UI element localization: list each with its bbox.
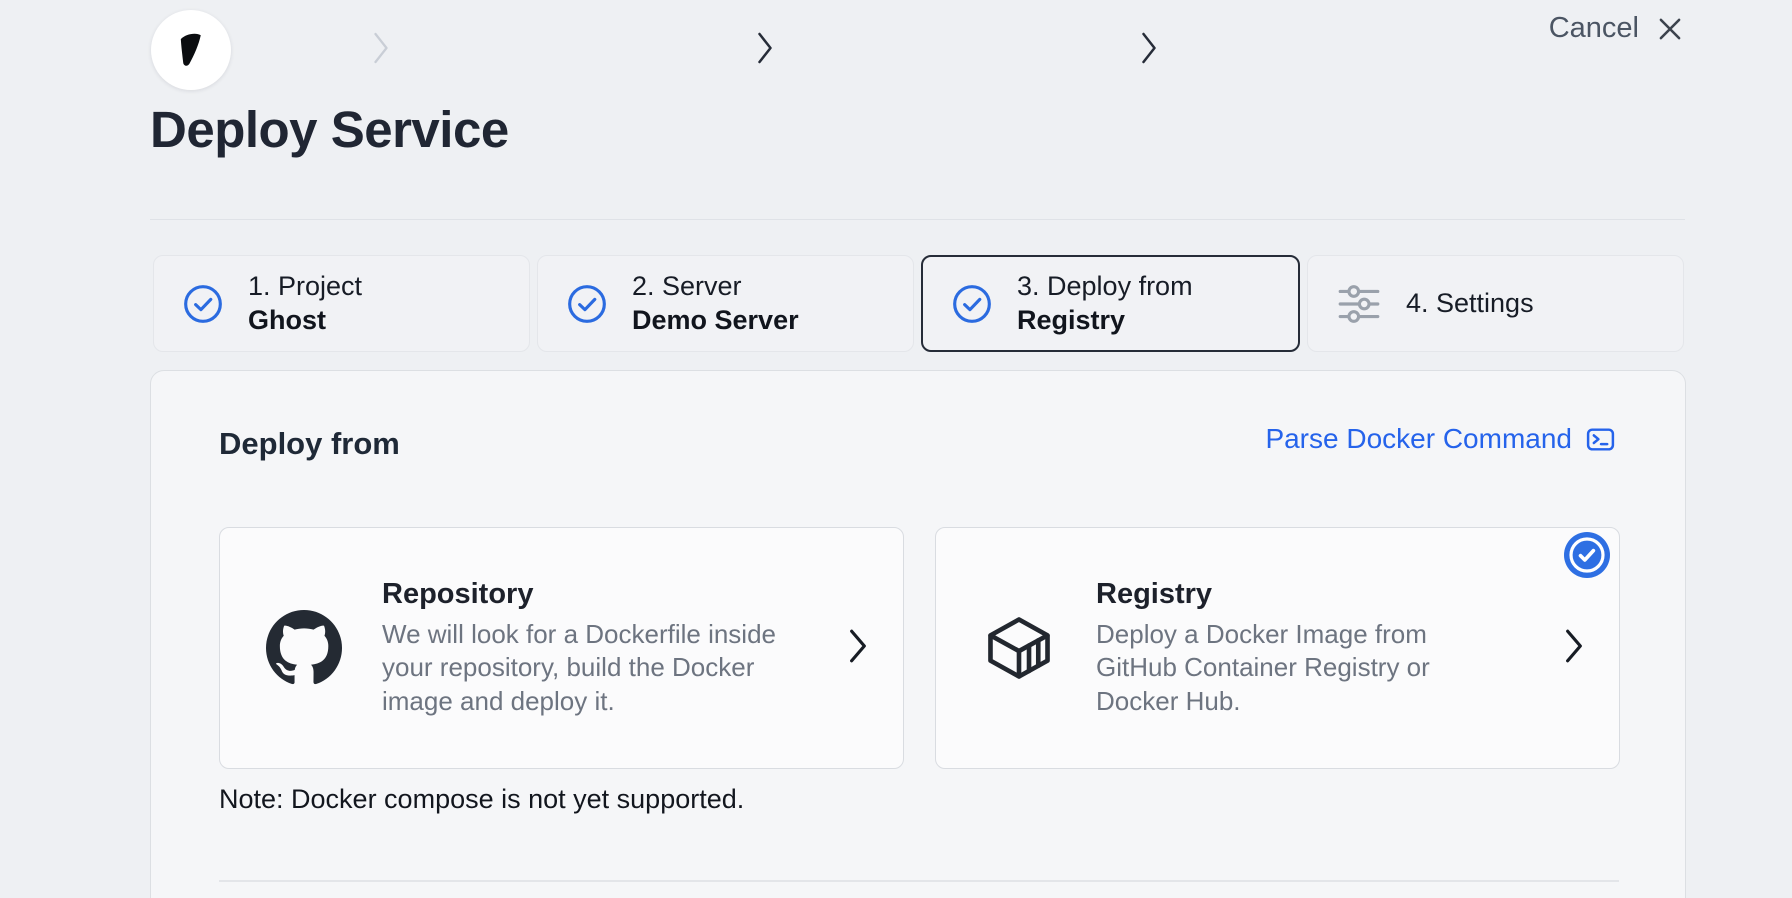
deploy-from-panel: Deploy from Parse Docker Command [150,370,1686,898]
card-title: Registry [1096,578,1496,611]
check-badge-icon [1563,531,1611,579]
card-title: Repository [382,578,807,611]
check-circle-icon [566,283,608,325]
cancel-label: Cancel [1549,12,1639,45]
chevron-right-icon [847,627,869,670]
deploy-source-cards: Repository We will look for a Dockerfile… [219,527,1621,769]
parse-docker-command-label: Parse Docker Command [1265,423,1572,455]
step-value: Registry [1017,303,1193,337]
step-server[interactable]: 2. Server Demo Server [537,255,914,352]
parse-docker-command-link[interactable]: Parse Docker Command [1265,423,1616,455]
header-divider [150,219,1685,220]
chevron-right-icon [1140,28,1158,73]
chevron-right-icon [372,28,390,73]
card-description: We will look for a Dockerfile inside you… [382,618,807,717]
step-label: 4. Settings [1406,287,1534,320]
deploy-service-dialog: Cancel Deploy Service 1. Projec [0,0,1792,898]
github-icon [266,610,342,686]
step-deploy-from[interactable]: 3. Deploy from Registry [921,255,1300,352]
step-label: 3. Deploy from [1017,270,1193,303]
chevron-right-icon [1563,627,1585,670]
check-circle-icon [182,283,224,325]
step-value: Ghost [248,303,362,337]
chevron-right-icon [756,28,774,73]
app-logo [151,10,231,90]
close-icon[interactable] [1655,14,1685,44]
compose-note: Note: Docker compose is not yet supporte… [219,784,744,815]
terminal-icon [1585,424,1616,455]
step-value: Demo Server [632,303,799,337]
wizard-stepper: 1. Project Ghost 2. Server Demo Server [153,255,1684,352]
step-settings[interactable]: 4. Settings [1307,255,1684,352]
panel-divider [219,880,1619,882]
container-cube-icon [982,611,1056,685]
step-label: 1. Project [248,270,362,303]
registry-card[interactable]: Registry Deploy a Docker Image from GitH… [935,527,1620,769]
page-title: Deploy Service [150,100,509,159]
panel-heading: Deploy from [219,426,400,462]
flag-logo-icon [165,24,217,76]
sliders-icon [1336,283,1382,325]
repository-card[interactable]: Repository We will look for a Dockerfile… [219,527,904,769]
check-circle-icon [951,283,993,325]
card-description: Deploy a Docker Image from GitHub Contai… [1096,618,1496,717]
step-project[interactable]: 1. Project Ghost [153,255,530,352]
step-label: 2. Server [632,270,799,303]
cancel-button[interactable]: Cancel [1549,12,1685,45]
